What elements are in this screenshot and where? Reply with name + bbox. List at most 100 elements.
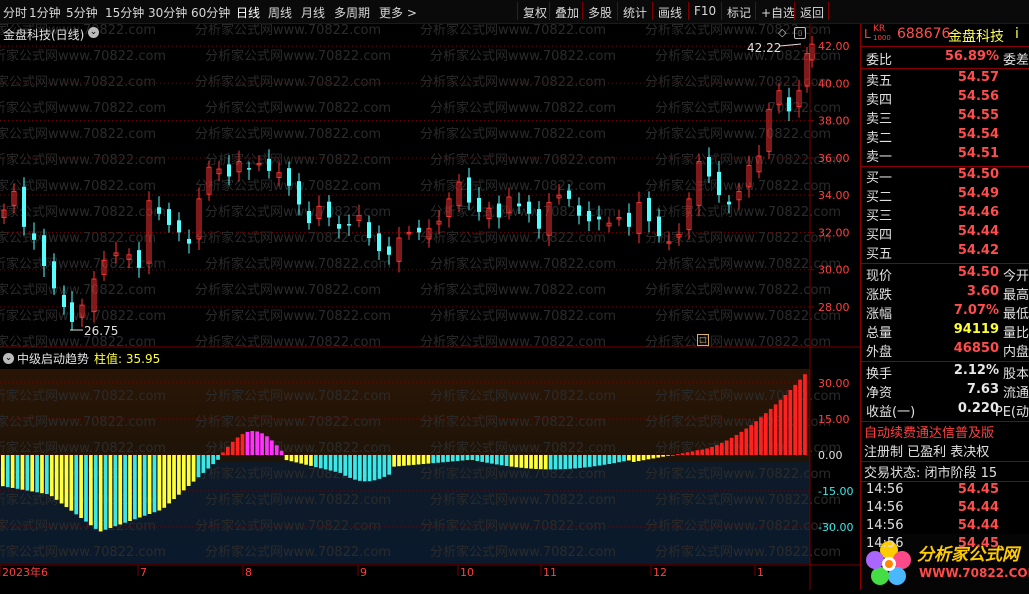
histogram-bar (563, 455, 568, 470)
histogram-bar (597, 455, 602, 466)
period-tab-daily[interactable]: 日线 (236, 4, 260, 21)
histogram-bar (680, 453, 685, 455)
histogram-bar (499, 455, 504, 466)
watermark-text: 分析家公式网www.70822.com (195, 282, 381, 298)
histogram-bar (553, 455, 558, 470)
histogram-bar (798, 379, 802, 455)
kline-chart-area[interactable]: 分析家公式网www.70822.com 分析家公式网www.70822.com 分析… (0, 22, 860, 590)
histogram-bar (181, 455, 186, 491)
histogram-bar (142, 455, 147, 516)
histogram-bar (671, 454, 675, 456)
histogram-bar (35, 455, 39, 493)
histogram-bar (641, 455, 646, 461)
period-tab-60min[interactable]: 60分钟 (191, 4, 230, 21)
diamond-icon[interactable]: ◇ (778, 26, 786, 39)
histogram-bar (245, 431, 250, 455)
histogram-bar (470, 455, 475, 461)
period-tab-15min[interactable]: 15分钟 (105, 4, 144, 21)
period-tab-1min[interactable]: 1分钟 (29, 4, 61, 21)
histogram-bar (710, 446, 714, 455)
histogram-bar (358, 455, 362, 481)
date-label: 9 (360, 566, 367, 579)
histogram-bar (587, 455, 592, 467)
watermark-text: 分析家公式网www.70822.com (0, 440, 166, 456)
histogram-bar (157, 455, 162, 511)
watermark-text: 分析家公式网www.70822.com (430, 308, 616, 324)
watermark-text: 分析家公式网www.70822.com (655, 204, 841, 220)
period-tab-intraday[interactable]: 分时 (3, 4, 27, 21)
period-tab-monthly[interactable]: 月线 (301, 4, 325, 21)
histogram-bar (265, 436, 269, 455)
histogram-bar (211, 455, 215, 465)
watermark-text: 分析家公式网www.70822.com (205, 256, 391, 272)
histogram-bar (299, 455, 304, 464)
histogram-bar (314, 455, 318, 468)
overlay-button[interactable]: 叠加 (549, 2, 583, 20)
histogram-bar (475, 455, 480, 461)
histogram-bar (162, 455, 167, 508)
watermark-text: 分析家公式网www.70822.com (430, 256, 616, 272)
info-mine-icon[interactable]: □ (697, 334, 709, 346)
histogram-bar (685, 452, 690, 455)
f10-button[interactable]: F10 (688, 2, 720, 20)
histogram-bar (666, 455, 670, 456)
adjust-button[interactable]: 复权 (517, 2, 551, 20)
indicator-dropdown-icon[interactable]: ⌄ (3, 353, 14, 364)
candle-body (267, 158, 271, 171)
multi-stock-button[interactable]: 多股 (582, 2, 616, 20)
quote-row-outer: 外盘 46850 内盘 (866, 341, 1029, 360)
candle-body (367, 222, 371, 239)
candle-body (787, 97, 791, 112)
add-watchlist-button[interactable]: +自选 (755, 2, 799, 20)
watermark-text: 分析家公式网www.70822.com (420, 230, 606, 246)
stats-button[interactable]: 统计 (617, 2, 651, 20)
watermark-text: 分析家公式网www.70822.com (0, 334, 156, 350)
histogram-bar (294, 455, 299, 463)
candle-body (287, 168, 291, 186)
mark-button[interactable]: 标记 (721, 2, 755, 20)
candle-body (577, 205, 581, 216)
watermark-text: 分析家公式网www.70822.com (655, 544, 841, 560)
period-tab-weekly[interactable]: 周线 (268, 4, 292, 21)
period-tab-multi[interactable]: 多周期 (334, 4, 370, 21)
watermark-text: 分析家公式网www.70822.com (420, 466, 606, 482)
watermark-text: 分析家公式网www.70822.com (430, 100, 616, 116)
notice-autorenew[interactable]: 自动续费通达信普及版 (864, 422, 1029, 441)
settings-small-icon[interactable]: ▯ (794, 27, 806, 39)
draw-line-button[interactable]: 画线 (652, 2, 686, 20)
watermark-text: 分析家公式网www.70822.com (430, 544, 616, 560)
histogram-bar (1, 455, 5, 487)
histogram-bar (206, 455, 211, 469)
panel-extra-icon[interactable]: i (1015, 26, 1019, 42)
candle-body (22, 186, 26, 227)
period-tab-more[interactable]: 更多 > (379, 4, 417, 21)
histogram-bar (592, 455, 597, 467)
histogram-bar (147, 455, 152, 514)
histogram-bar (636, 455, 641, 462)
histogram-bar (436, 455, 440, 463)
price-tick-label: 42.00 (818, 40, 850, 53)
histogram-bar (558, 455, 563, 470)
watermark-text: 分析家公式网www.70822.com (645, 74, 831, 90)
watermark-text: 分析家公式网www.70822.com (420, 334, 606, 350)
histogram-bar (759, 417, 763, 455)
candle-body (337, 224, 341, 229)
histogram-bar (289, 455, 294, 462)
histogram-bar (656, 455, 661, 458)
ask-row-3: 卖三 54.55 (866, 108, 999, 127)
watermark-text: 分析家公式网www.70822.com (645, 518, 831, 534)
watermark-text: 分析家公式网www.70822.com (205, 308, 391, 324)
title-dropdown-icon[interactable]: ⌄ (88, 27, 99, 38)
histogram-bar (152, 455, 157, 513)
date-label: 12 (653, 566, 667, 579)
period-tab-5min[interactable]: 5分钟 (66, 4, 98, 21)
histogram-bar (240, 434, 245, 455)
trade-status: 交易状态: 闭市阶段 15 (864, 466, 998, 481)
period-tab-30min[interactable]: 30分钟 (148, 4, 187, 21)
histogram-bar (695, 450, 700, 455)
back-button[interactable]: 返回 (794, 2, 830, 20)
watermark-text: 分析家公式网www.70822.com (195, 334, 381, 350)
histogram-bar (426, 455, 431, 464)
watermark-text: 分析家公式网www.70822.com (0, 230, 156, 246)
kline-svg[interactable]: 分析家公式网www.70822.com 分析家公式网www.70822.com 分析… (0, 22, 860, 590)
